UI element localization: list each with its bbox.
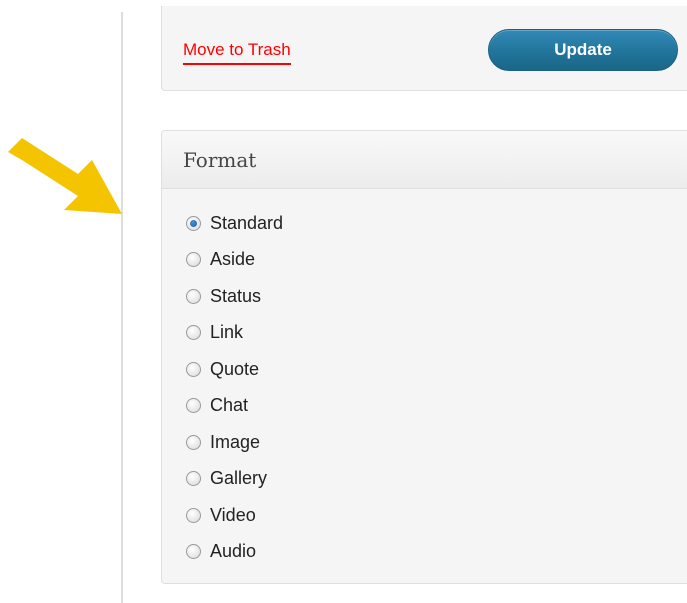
format-option-gallery[interactable]: Gallery [186,461,283,498]
radio-button[interactable] [186,325,201,341]
radio-button[interactable] [186,215,201,231]
format-option-image[interactable]: Image [186,424,283,461]
format-option-label: Standard [210,212,284,233]
column-divider [121,12,123,603]
radio-button[interactable] [186,252,201,268]
radio-button[interactable] [186,544,201,560]
radio-button[interactable] [186,398,201,414]
format-option-link[interactable]: Link [186,315,283,352]
format-option-video[interactable]: Video [186,497,283,534]
format-option-aside[interactable]: Aside [186,242,283,279]
radio-button[interactable] [186,507,201,523]
format-option-audio[interactable]: Audio [186,534,283,571]
format-box: Format Standard Aside Status Link Quote [161,130,687,584]
radio-button[interactable] [186,288,201,304]
format-option-standard[interactable]: Standard [186,205,283,242]
format-option-status[interactable]: Status [186,278,283,315]
format-option-label: Gallery [210,468,268,489]
format-option-label: Aside [210,249,256,270]
format-option-label: Status [210,285,262,306]
radio-button[interactable] [186,434,201,450]
format-option-label: Audio [210,541,257,562]
format-header[interactable]: Format [162,131,687,189]
format-title: Format [183,147,257,172]
format-option-chat[interactable]: Chat [186,388,283,425]
format-option-label: Image [210,431,261,452]
format-options-list: Standard Aside Status Link Quote Chat Im… [186,205,283,570]
format-option-label: Link [210,322,244,343]
format-option-label: Video [210,504,256,525]
format-option-quote[interactable]: Quote [186,351,283,388]
editor-sidebar-page: Move to Trash Update Format Standard Asi… [0,0,687,603]
radio-button[interactable] [186,361,201,377]
format-option-label: Chat [210,395,249,416]
publish-box: Move to Trash Update [161,6,687,91]
radio-button[interactable] [186,471,201,487]
callout-arrow-icon [8,138,122,214]
move-to-trash-link[interactable]: Move to Trash [183,40,291,65]
update-button[interactable]: Update [488,29,678,71]
format-option-label: Quote [210,358,260,379]
